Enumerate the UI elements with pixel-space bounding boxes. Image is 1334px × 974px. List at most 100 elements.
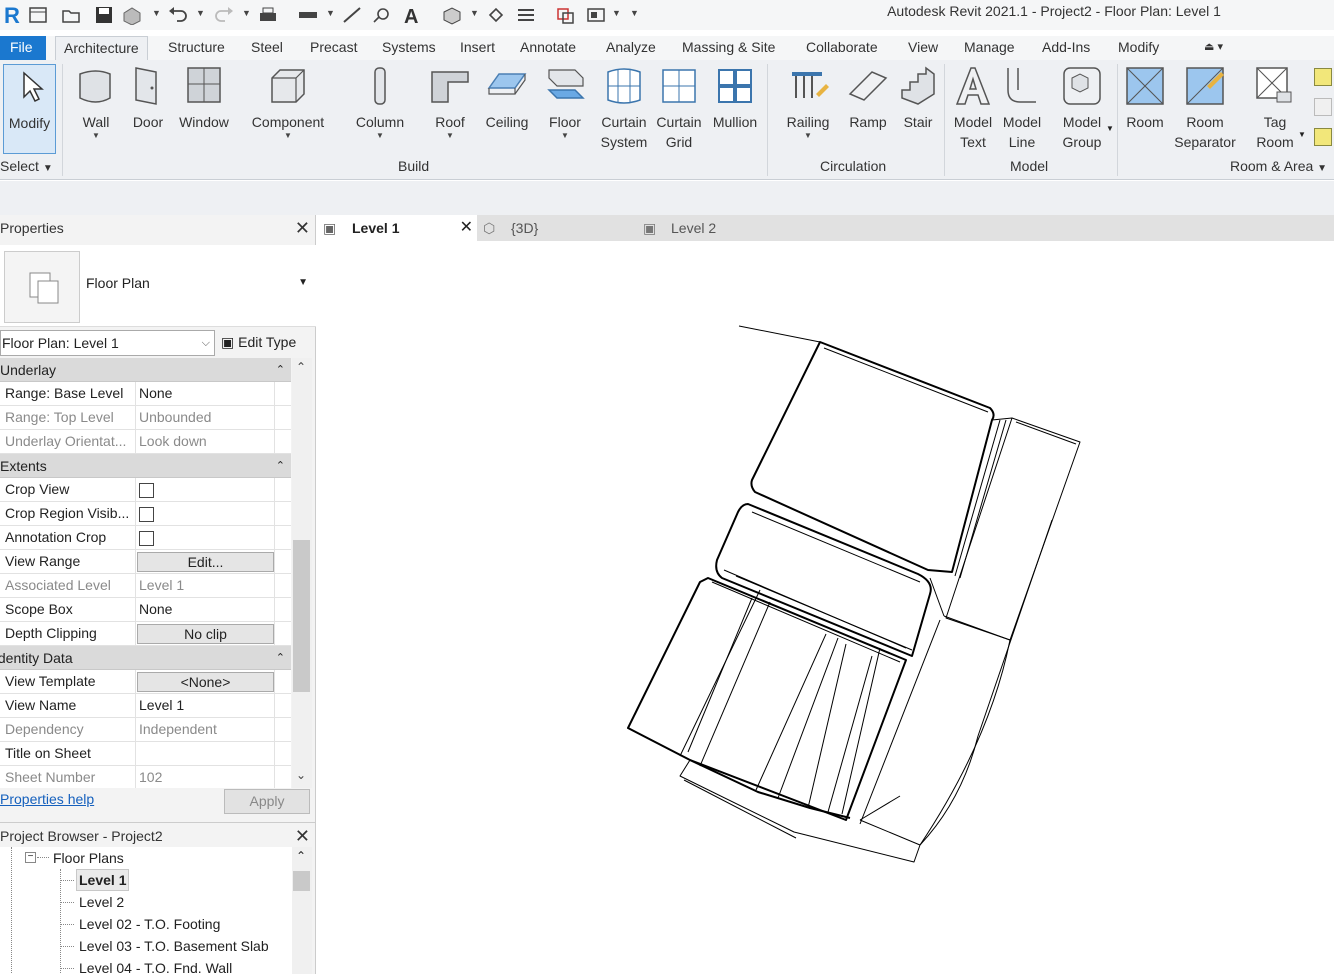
tab-annotate[interactable]: Annotate xyxy=(520,36,576,60)
chevron-down-icon[interactable]: ▼ xyxy=(1106,124,1114,133)
room-button[interactable]: Room xyxy=(1122,64,1168,132)
roof-button[interactable]: Roof ▼ xyxy=(428,64,472,140)
thin-lines-icon[interactable] xyxy=(514,3,538,27)
tag-area-icon[interactable] xyxy=(1314,128,1332,146)
measure-icon[interactable] xyxy=(296,3,320,27)
tree-item-level-1[interactable]: Level 1 xyxy=(76,869,130,891)
redo-icon[interactable] xyxy=(212,3,236,27)
room-separator-button[interactable]: Room Separator xyxy=(1170,64,1240,152)
chevron-down-icon[interactable]: ▼ xyxy=(298,277,308,288)
curtain-grid-button[interactable]: Curtain Grid xyxy=(654,64,704,152)
tree-node-floor-plans[interactable]: Floor Plans xyxy=(53,847,124,869)
chevron-down-icon[interactable]: ▼ xyxy=(326,8,335,18)
close-icon[interactable]: ✕ xyxy=(295,827,310,845)
curtain-system-button[interactable]: Curtain System xyxy=(598,64,650,152)
tree-item-level-2[interactable]: Level 2 xyxy=(79,891,124,913)
customize-qat-icon[interactable]: ▼ xyxy=(630,8,639,18)
tag-room-button[interactable]: Tag Room xyxy=(1250,64,1300,152)
group-extents[interactable]: Extents ⌃ xyxy=(0,454,291,478)
property-row[interactable]: View Range Edit... xyxy=(0,550,291,574)
ceiling-button[interactable]: Ceiling xyxy=(480,64,534,132)
chevron-down-icon[interactable]: ▼ xyxy=(242,8,251,18)
wall-button[interactable]: Wall ▼ xyxy=(74,64,118,140)
open-icon[interactable] xyxy=(60,3,84,27)
component-button[interactable]: Component ▼ xyxy=(246,64,330,140)
chevron-down-icon[interactable]: ▼ xyxy=(612,8,621,18)
scroll-thumb[interactable] xyxy=(293,871,310,891)
tab-steel[interactable]: Steel xyxy=(251,36,283,60)
group-underlay[interactable]: Underlay ⌃ xyxy=(0,358,291,382)
property-row[interactable]: Range: Base Level None xyxy=(0,382,291,406)
view-tab-level-1[interactable]: ▣ Level 1 ✕ xyxy=(317,215,477,241)
sync-icon[interactable] xyxy=(120,3,144,27)
property-row[interactable]: Title on Sheet xyxy=(0,742,291,766)
collapse-icon[interactable]: − xyxy=(25,852,36,863)
tree-item-level-04[interactable]: Level 04 - T.O. Fnd. Wall xyxy=(79,957,232,974)
property-row[interactable]: View Template <None> xyxy=(0,670,291,694)
modify-button[interactable]: Modify xyxy=(3,64,56,154)
railing-button[interactable]: Railing ▼ xyxy=(780,64,836,140)
property-value[interactable]: Level 1 xyxy=(135,694,275,718)
column-button[interactable]: Column ▼ xyxy=(352,64,408,140)
property-row[interactable]: Annotation Crop xyxy=(0,526,291,550)
window-button[interactable]: Window xyxy=(174,64,234,132)
chevron-down-icon[interactable]: ▼ xyxy=(1298,130,1306,139)
scroll-up-icon[interactable]: ⌃ xyxy=(296,849,306,863)
group-identity-data[interactable]: Identity Data ⌃ xyxy=(0,646,291,670)
properties-help-link[interactable]: Properties help xyxy=(0,791,94,807)
close-icon[interactable]: ✕ xyxy=(295,219,310,237)
tab-systems[interactable]: Systems xyxy=(382,36,436,60)
chevron-down-icon[interactable]: ▼ xyxy=(196,8,205,18)
property-value[interactable]: None xyxy=(135,382,275,406)
tab-analyze[interactable]: Analyze xyxy=(606,36,656,60)
scroll-down-icon[interactable]: ⌄ xyxy=(296,768,306,782)
chevron-down-icon[interactable]: ▼ xyxy=(470,8,479,18)
scroll-up-icon[interactable]: ⌃ xyxy=(296,360,306,374)
model-text-button[interactable]: Model Text xyxy=(950,64,996,152)
view-template-button[interactable]: <None> xyxy=(137,672,274,692)
tab-massing-site[interactable]: Massing & Site xyxy=(682,36,775,60)
browser-scrollbar[interactable]: ⌃ xyxy=(292,847,312,974)
mullion-button[interactable]: Mullion xyxy=(708,64,762,132)
tab-insert[interactable]: Insert xyxy=(460,36,495,60)
print-icon[interactable] xyxy=(256,3,280,27)
text-icon[interactable]: A xyxy=(400,3,424,27)
tab-modify[interactable]: Modify xyxy=(1118,36,1159,60)
tab-collaborate[interactable]: Collaborate xyxy=(806,36,878,60)
save-icon[interactable] xyxy=(92,3,116,27)
depth-clipping-button[interactable]: No clip xyxy=(137,624,274,644)
properties-scrollbar[interactable]: ⌃ ⌄ xyxy=(292,358,312,788)
model-group-button[interactable]: Model Group xyxy=(1056,64,1108,152)
door-button[interactable]: Door xyxy=(126,64,170,132)
area-icon[interactable] xyxy=(1314,68,1332,86)
section-icon[interactable] xyxy=(484,3,508,27)
view-tab-level-2[interactable]: ▣ Level 2 xyxy=(641,215,791,241)
property-row[interactable]: Crop View xyxy=(0,478,291,502)
select-panel-label[interactable]: Select ▼ xyxy=(0,158,53,174)
property-row[interactable]: View Name Level 1 xyxy=(0,694,291,718)
crop-region-visible-checkbox[interactable] xyxy=(139,507,154,522)
tab-structure[interactable]: Structure xyxy=(168,36,225,60)
default-3d-view-icon[interactable] xyxy=(440,3,464,27)
annotation-crop-checkbox[interactable] xyxy=(139,531,154,546)
floor-button[interactable]: Floor ▼ xyxy=(542,64,588,140)
home-icon[interactable] xyxy=(26,3,50,27)
apply-button[interactable]: Apply xyxy=(224,789,310,814)
type-selector[interactable]: Floor Plan ▼ xyxy=(0,245,316,327)
scroll-thumb[interactable] xyxy=(293,540,310,692)
area-boundary-icon[interactable] xyxy=(1314,98,1332,116)
property-value[interactable] xyxy=(135,742,275,766)
aligned-dimension-icon[interactable] xyxy=(340,3,364,27)
switch-windows-icon[interactable] xyxy=(584,3,608,27)
tab-file[interactable]: File xyxy=(0,36,46,60)
tab-precast[interactable]: Precast xyxy=(310,36,357,60)
model-line-button[interactable]: Model Line xyxy=(998,64,1046,152)
tab-manage[interactable]: Manage xyxy=(964,36,1015,60)
chevron-down-icon[interactable]: ▼ xyxy=(152,8,161,18)
ribbon-minimize-icon[interactable]: ⏏ ▾ xyxy=(1204,36,1223,60)
undo-icon[interactable] xyxy=(166,3,190,27)
crop-view-checkbox[interactable] xyxy=(139,483,154,498)
edit-type-button[interactable]: ▣ Edit Type xyxy=(221,331,296,353)
room-area-panel-label[interactable]: Room & Area ▼ xyxy=(1230,158,1327,174)
tree-item-level-02[interactable]: Level 02 - T.O. Footing xyxy=(79,913,220,935)
